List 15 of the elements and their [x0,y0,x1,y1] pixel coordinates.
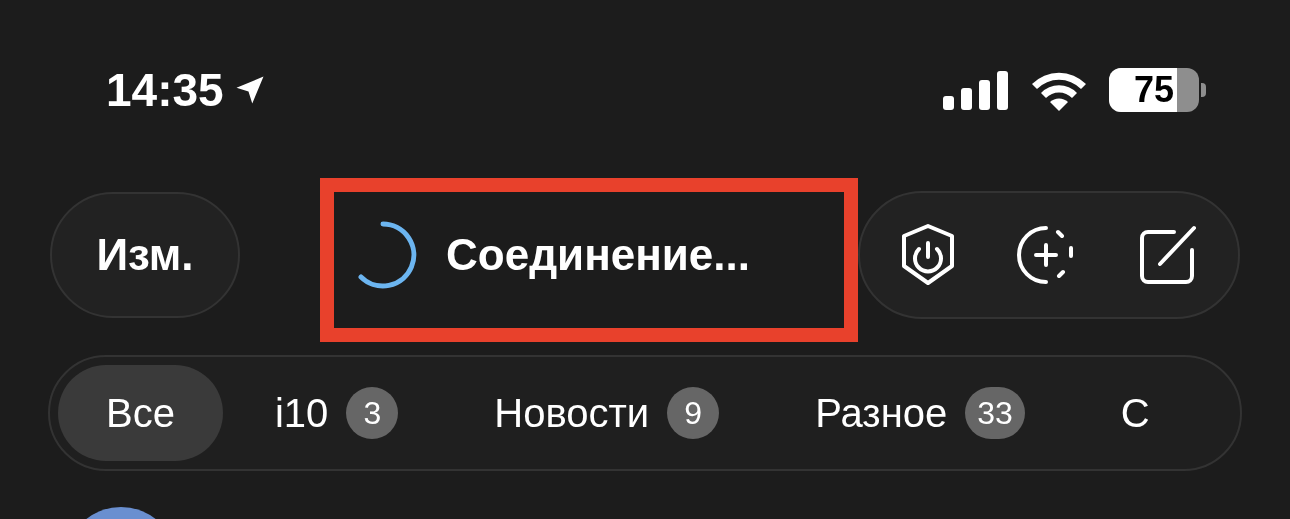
folder-tab[interactable]: Все [58,365,223,461]
connection-status-title: Соединение... [446,229,750,281]
unread-count: 9 [667,387,720,439]
signal-icon [943,70,1009,110]
folder-tab[interactable]: Разное 33 [771,365,1069,461]
battery-terminal-icon [1201,83,1206,97]
unread-count: 3 [346,387,399,439]
folder-tab[interactable]: i10 3 [230,365,443,461]
folder-tab[interactable]: С [1076,365,1194,461]
battery-level: 75 [1132,68,1175,112]
time: 14:35 [106,67,224,113]
shield-power-icon[interactable] [899,223,956,287]
unread-count: 33 [965,387,1025,439]
edit-button[interactable]: Изм. [50,192,240,318]
folder-tab[interactable]: Новости 9 [450,365,764,461]
